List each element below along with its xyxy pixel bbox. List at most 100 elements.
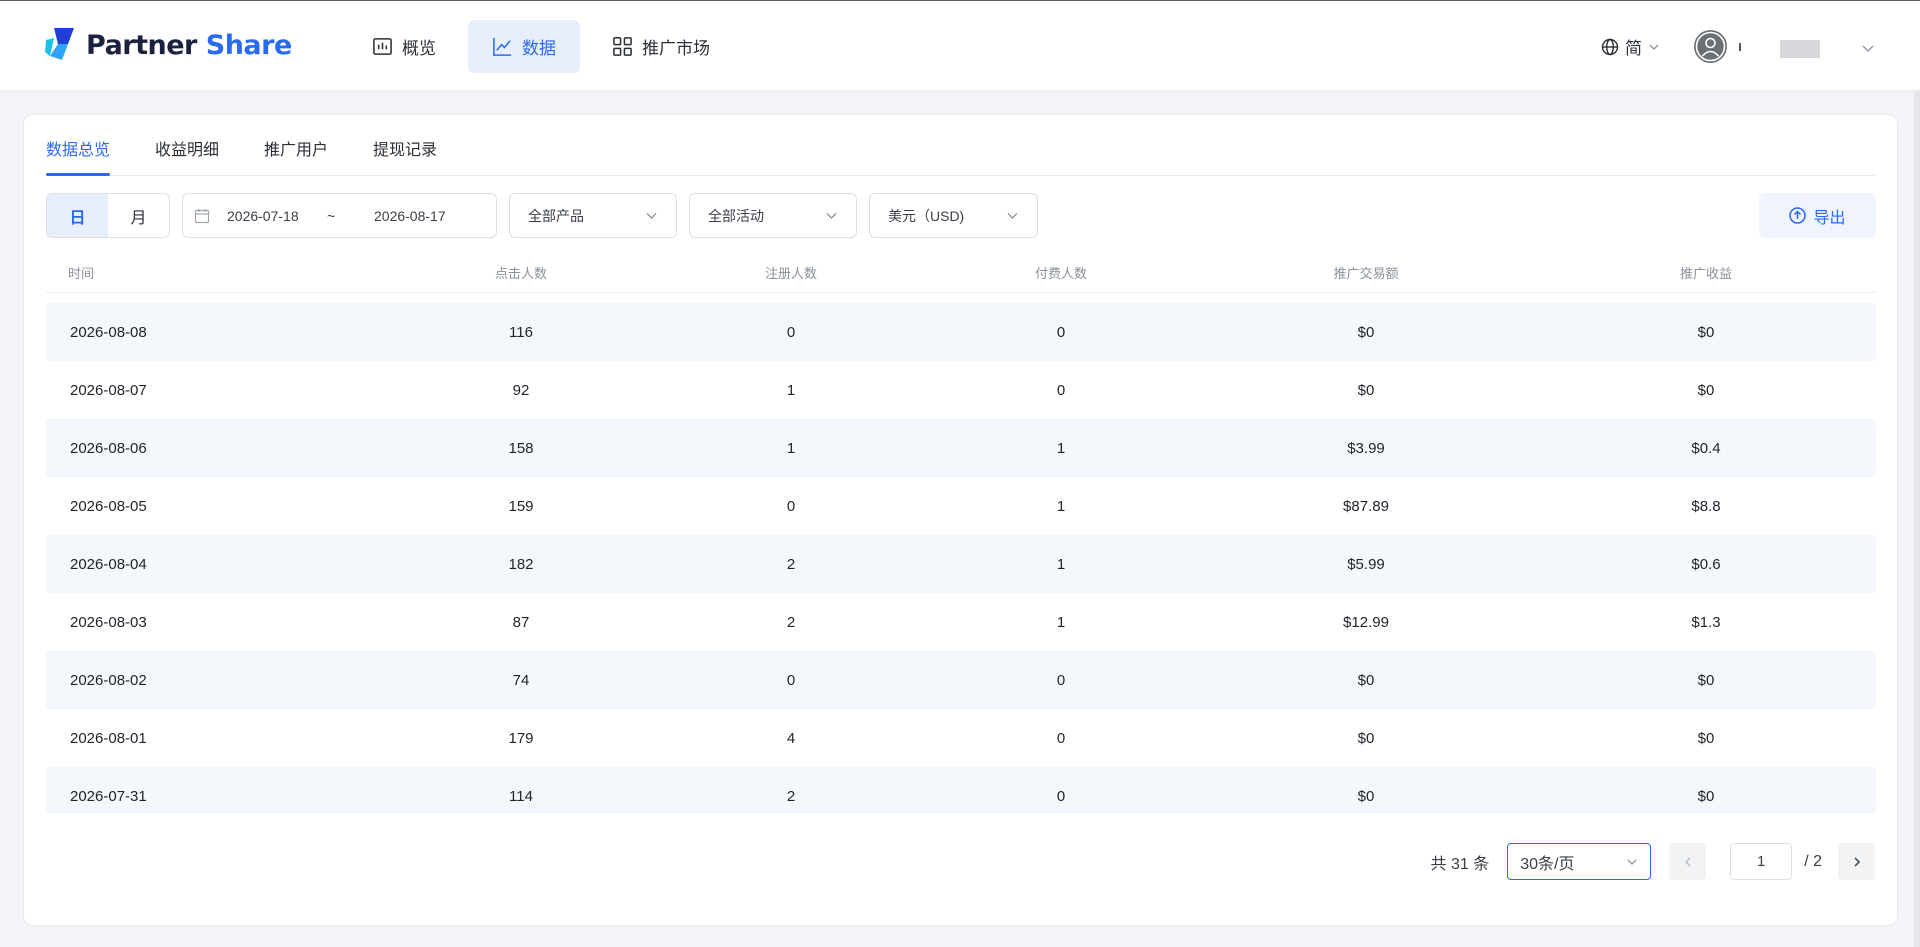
nav-item-label: 概览 (402, 39, 436, 58)
next-page-button[interactable] (1838, 843, 1875, 880)
overview-icon (373, 38, 392, 55)
nav-item-label: 推广市场 (642, 39, 710, 58)
logo[interactable]: Partner Share (44, 25, 292, 65)
chevron-down-icon (1627, 859, 1637, 865)
language-switcher[interactable]: 简 (1601, 34, 1660, 59)
row-time-cell: 2026-08-08 (70, 323, 147, 341)
row-clicks-cell: 179 (508, 729, 534, 747)
calendar-icon (194, 208, 210, 223)
user-menu-chevron-icon[interactable] (1861, 41, 1875, 55)
chevron-left-icon (1684, 856, 1691, 867)
row-promo-earnings-cell: $0.4 (1691, 439, 1721, 457)
row-clicks-cell: 114 (509, 787, 533, 805)
column-header-promo-revenue[interactable]: 推广交易额 (1196, 263, 1536, 282)
granularity-toggle: 日 月 (46, 193, 170, 238)
row-paying-users-cell: 1 (1056, 613, 1066, 631)
row-time-cell: 2026-08-05 (70, 497, 147, 515)
date-separator: ~ (327, 207, 336, 224)
page-size-value: 30条/页 (1520, 855, 1575, 873)
total-pages: / 2 (1804, 852, 1822, 870)
main-nav: 概览 数据 推广市场 (348, 20, 734, 73)
granularity-month-button[interactable]: 月 (108, 194, 169, 237)
row-promo-revenue-cell: $5.99 (1347, 555, 1385, 573)
chevron-down-icon (1007, 213, 1018, 219)
page-number-input[interactable]: 1 (1730, 843, 1793, 880)
table-body: 2026-08-08 116 0 0 $0 $0 2026-08-07 92 1 0 $0 $0 202… (46, 303, 1876, 813)
table-row[interactable]: 2026-08-02 74 0 0 $0 $0 (46, 651, 1876, 709)
row-clicks-cell: 158 (508, 439, 534, 457)
column-header-paying-users[interactable]: 付费人数 (926, 263, 1196, 282)
product-select-value: 全部产品 (528, 207, 584, 224)
row-registrations-cell: 2 (786, 787, 796, 805)
table-row[interactable]: 2026-08-01 179 4 0 $0 $0 (46, 709, 1876, 767)
chevron-down-icon (1649, 44, 1659, 50)
table-row[interactable]: 2026-08-05 159 0 1 $87.89 $8.8 (46, 477, 1876, 535)
row-time-cell: 2026-08-03 (70, 613, 147, 631)
date-range-picker[interactable]: 2026-07-18 ~ 2026-08-17 (182, 193, 497, 238)
column-header-registrations[interactable]: 注册人数 (656, 263, 926, 282)
row-registrations-cell: 0 (786, 671, 796, 689)
row-promo-revenue-cell: $3.99 (1347, 439, 1385, 457)
table-row[interactable]: 2026-08-07 92 1 0 $0 $0 (46, 361, 1876, 419)
row-clicks-cell: 87 (512, 613, 530, 631)
filter-toolbar: 日 月 2026-07-18 ~ 2026-08-17 全部产品 全部活动 美元… (46, 193, 1876, 238)
tab-earnings-detail[interactable]: 收益明细 (155, 115, 219, 175)
row-time-cell: 2026-07-31 (70, 787, 147, 805)
logo-text: Partner Share (86, 29, 292, 61)
export-button[interactable]: 导出 (1759, 193, 1876, 238)
table-row[interactable]: 2026-08-04 182 2 1 $5.99 $0.6 (46, 535, 1876, 593)
row-paying-users-cell: 0 (1056, 671, 1066, 689)
row-promo-revenue-cell: $0 (1357, 381, 1375, 399)
prev-page-button[interactable] (1669, 843, 1707, 880)
row-promo-earnings-cell: $0 (1697, 381, 1715, 399)
language-label: 简 (1625, 39, 1642, 58)
chart-line-icon (493, 37, 512, 56)
row-clicks-cell: 159 (508, 497, 534, 515)
row-time-cell: 2026-08-04 (70, 555, 147, 573)
table-row[interactable]: 2026-08-03 87 2 1 $12.99 $1.3 (46, 593, 1876, 651)
row-paying-users-cell: 1 (1056, 497, 1066, 515)
nav-item-data[interactable]: 数据 (468, 20, 580, 73)
export-label: 导出 (1813, 209, 1846, 227)
user-name-redacted (1780, 40, 1820, 58)
page-size-select[interactable]: 30条/页 (1507, 843, 1652, 880)
grid-icon (613, 37, 632, 56)
currency-select[interactable]: 美元（USD) (869, 193, 1038, 238)
table-row[interactable]: 2026-08-06 158 1 1 $3.99 $0.4 (46, 419, 1876, 477)
data-tabs: 数据总览 收益明细 推广用户 提现记录 (46, 115, 1876, 176)
globe-icon (1601, 38, 1619, 55)
table-header: 时间 点击人数 注册人数 付费人数 推广交易额 推广收益 (46, 252, 1876, 293)
row-promo-earnings-cell: $0 (1697, 787, 1715, 805)
row-time-cell: 2026-08-06 (70, 439, 147, 457)
page-scrollbar[interactable] (1914, 91, 1920, 947)
row-promo-revenue-cell: $87.89 (1343, 497, 1389, 515)
activity-select-value: 全部活动 (708, 207, 764, 224)
row-promo-revenue-cell: $0 (1357, 787, 1375, 805)
chevron-right-icon (1853, 856, 1860, 867)
column-header-clicks[interactable]: 点击人数 (386, 263, 656, 282)
product-select[interactable]: 全部产品 (509, 193, 677, 238)
row-promo-revenue-cell: $0 (1357, 323, 1375, 341)
row-promo-revenue-cell: $12.99 (1343, 613, 1389, 631)
user-avatar-icon (1695, 31, 1726, 62)
column-header-promo-earnings[interactable]: 推广收益 (1536, 263, 1876, 282)
user-name-mark (1739, 43, 1741, 51)
table-row[interactable]: 2026-08-08 116 0 0 $0 $0 (46, 303, 1876, 361)
row-paying-users-cell: 0 (1056, 729, 1066, 747)
row-promo-earnings-cell: $0 (1697, 323, 1715, 341)
tab-promoted-users[interactable]: 推广用户 (264, 115, 328, 175)
activity-select[interactable]: 全部活动 (689, 193, 857, 238)
nav-item-market[interactable]: 推广市场 (588, 20, 734, 73)
avatar[interactable] (1694, 30, 1727, 63)
column-header-time[interactable]: 时间 (46, 263, 386, 282)
logo-mark-icon (45, 28, 74, 60)
row-registrations-cell: 4 (786, 729, 796, 747)
tab-data-overview[interactable]: 数据总览 (46, 115, 111, 176)
granularity-day-button[interactable]: 日 (47, 194, 108, 237)
row-clicks-cell: 92 (512, 381, 530, 399)
chevron-down-icon (646, 213, 657, 219)
table-row[interactable]: 2026-07-31 114 2 0 $0 $0 (46, 767, 1876, 813)
row-registrations-cell: 1 (786, 439, 796, 457)
tab-withdrawal-records[interactable]: 提现记录 (373, 115, 437, 175)
nav-item-overview[interactable]: 概览 (348, 20, 460, 73)
